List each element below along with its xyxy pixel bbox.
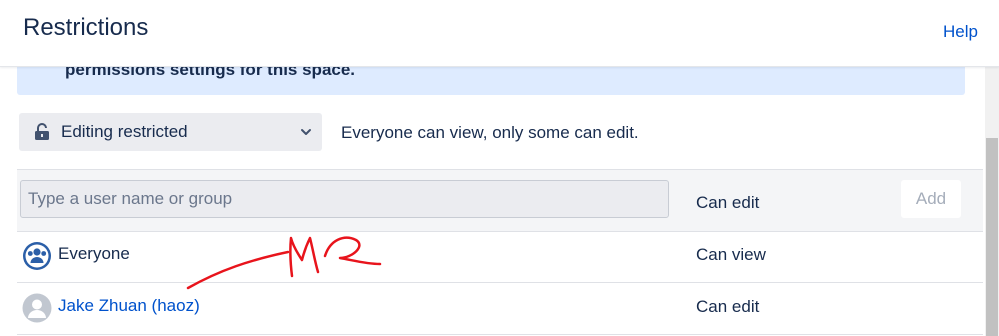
- row-permission[interactable]: Can view: [696, 245, 766, 265]
- new-user-permission[interactable]: Can edit: [696, 193, 759, 213]
- info-banner-text: permissions settings for this space.: [65, 66, 356, 79]
- row-permission[interactable]: Can edit: [696, 297, 759, 317]
- restrictions-dialog: Restrictions Help permissions settings f…: [0, 0, 999, 336]
- dialog-content: permissions settings for this space. Edi…: [0, 66, 999, 336]
- dialog-header: Restrictions Help: [0, 0, 999, 67]
- unlock-icon: [35, 123, 49, 140]
- group-icon: [23, 242, 51, 270]
- row-name: Everyone: [58, 244, 130, 263]
- user-link[interactable]: Jake Zhuan (haoz): [58, 296, 200, 316]
- table-row: Everyone Can view: [17, 231, 983, 282]
- add-button[interactable]: Add: [901, 180, 961, 218]
- info-banner: permissions settings for this space.: [17, 66, 965, 95]
- restriction-description: Everyone can view, only some can edit.: [341, 123, 639, 142]
- divider: [17, 334, 983, 335]
- add-user-row: Can edit Add: [17, 169, 983, 231]
- table-row: Jake Zhuan (haoz) Can edit: [17, 283, 983, 334]
- restriction-select-value: Editing restricted: [61, 122, 188, 141]
- restriction-type-select[interactable]: Editing restricted: [19, 113, 322, 151]
- user-search-input[interactable]: [20, 180, 669, 218]
- divider: [17, 169, 983, 170]
- scrollbar-thumb[interactable]: [986, 138, 998, 336]
- help-link[interactable]: Help: [943, 22, 978, 42]
- user-avatar-icon: [22, 293, 52, 323]
- dialog-title: Restrictions: [23, 14, 149, 41]
- chevron-down-icon: [301, 129, 311, 135]
